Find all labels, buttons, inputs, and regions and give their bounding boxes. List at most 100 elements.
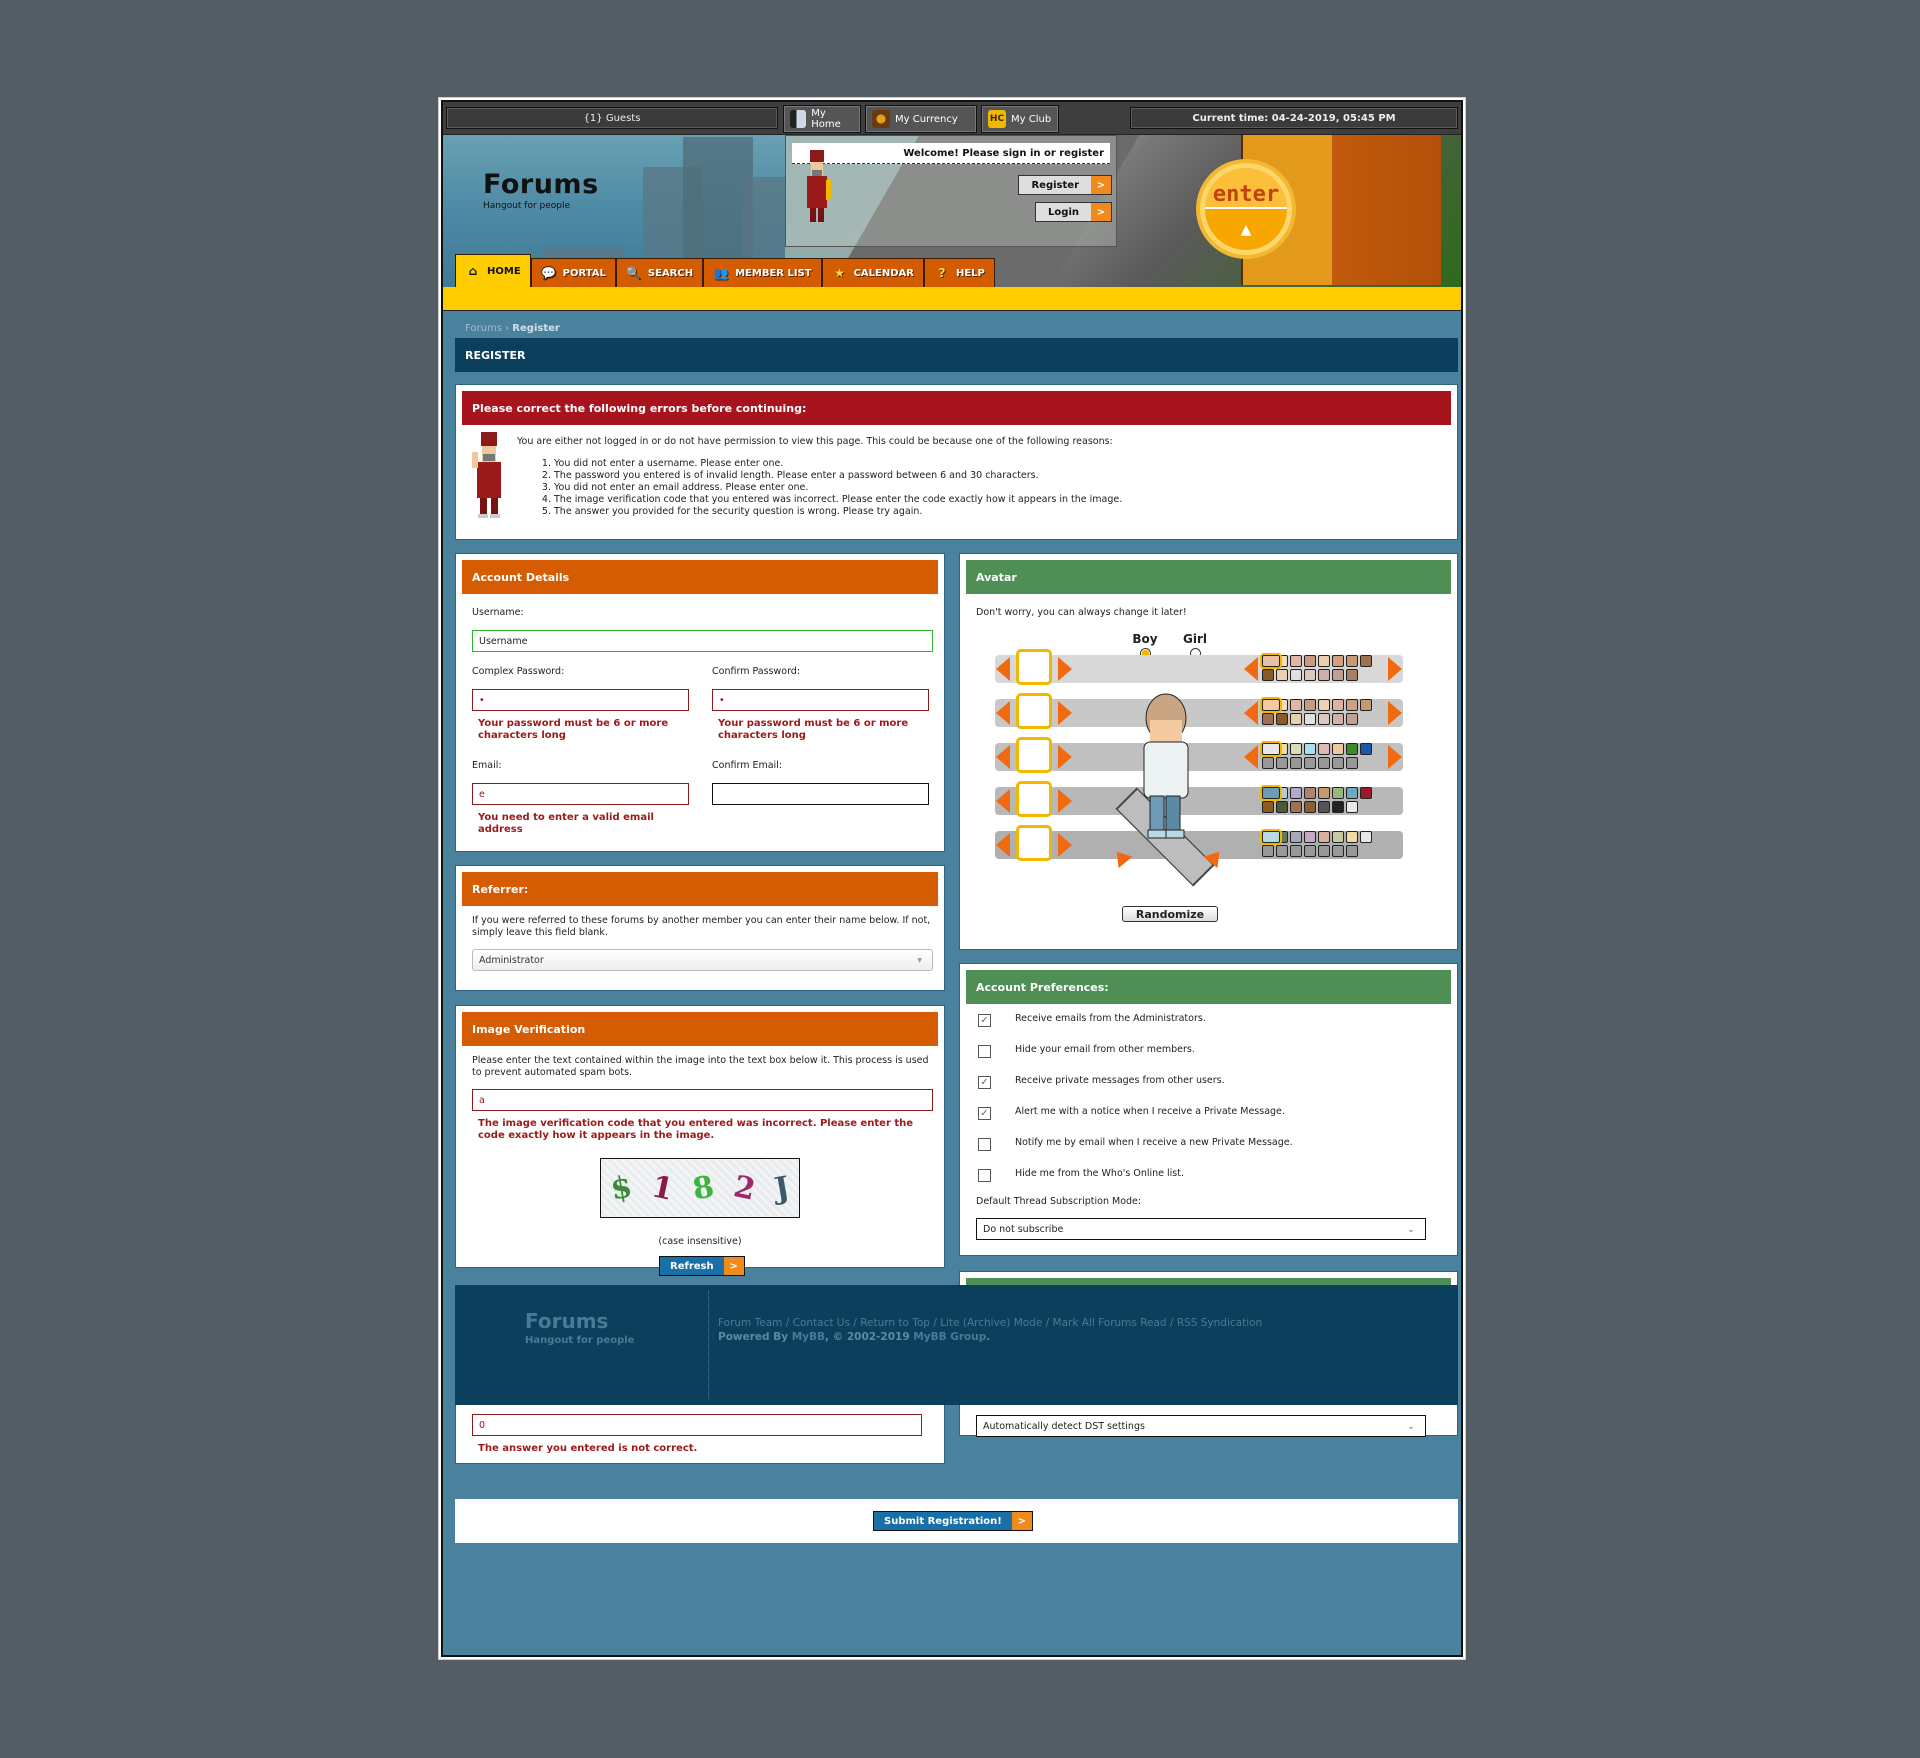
color-swatch[interactable] — [1276, 845, 1288, 857]
color-swatch[interactable] — [1262, 669, 1274, 681]
prev-head-arrow-icon[interactable] — [996, 701, 1010, 725]
color-swatch[interactable] — [1304, 787, 1316, 799]
dst-select[interactable]: Automatically detect DST settings ⌄ — [976, 1415, 1426, 1437]
color-swatch[interactable] — [1346, 787, 1358, 799]
next-shirt-color-arrow-icon[interactable] — [1388, 745, 1402, 769]
color-swatch[interactable] — [1290, 699, 1302, 711]
color-swatch[interactable] — [1304, 699, 1316, 711]
pref-checkbox[interactable]: ✓ — [978, 1076, 991, 1089]
color-swatch[interactable] — [1260, 741, 1282, 757]
password-input[interactable]: • — [472, 689, 689, 711]
color-swatch[interactable] — [1262, 713, 1274, 725]
nav-help[interactable]: ? HELP — [923, 258, 995, 287]
color-swatch[interactable] — [1290, 845, 1302, 857]
color-swatch[interactable] — [1262, 801, 1274, 813]
next-hair-color-arrow-icon[interactable] — [1388, 657, 1402, 681]
color-swatch[interactable] — [1332, 845, 1344, 857]
confirm-email-input[interactable] — [712, 783, 929, 805]
color-swatch[interactable] — [1304, 669, 1316, 681]
color-swatch[interactable] — [1332, 713, 1344, 725]
color-swatch[interactable] — [1318, 787, 1330, 799]
color-swatch[interactable] — [1360, 743, 1372, 755]
footer-link[interactable]: RSS Syndication — [1177, 1317, 1262, 1329]
color-swatch[interactable] — [1346, 655, 1358, 667]
next-head-color-arrow-icon[interactable] — [1388, 701, 1402, 725]
color-swatch[interactable] — [1318, 713, 1330, 725]
color-swatch[interactable] — [1360, 699, 1372, 711]
color-swatch[interactable] — [1346, 801, 1358, 813]
color-swatch[interactable] — [1290, 655, 1302, 667]
color-swatch[interactable] — [1346, 713, 1358, 725]
color-swatch[interactable] — [1290, 757, 1302, 769]
footer-link[interactable]: Mark All Forums Read — [1053, 1317, 1167, 1329]
next-shoes-arrow-icon[interactable] — [1058, 833, 1072, 857]
color-swatch[interactable] — [1290, 801, 1302, 813]
color-swatch[interactable] — [1304, 655, 1316, 667]
color-swatch[interactable] — [1332, 831, 1344, 843]
color-swatch[interactable] — [1346, 831, 1358, 843]
mybb-group-link[interactable]: MyBB Group — [913, 1331, 986, 1343]
color-swatch[interactable] — [1262, 757, 1274, 769]
color-swatch[interactable] — [1360, 831, 1372, 843]
color-swatch[interactable] — [1346, 845, 1358, 857]
color-swatch[interactable] — [1346, 743, 1358, 755]
nav-home[interactable]: ⌂ HOME — [455, 254, 531, 287]
color-swatch[interactable] — [1332, 757, 1344, 769]
security-answer-input[interactable]: 0 — [472, 1414, 922, 1436]
color-swatch[interactable] — [1318, 845, 1330, 857]
prev-shoes-arrow-icon[interactable] — [996, 833, 1010, 857]
prev-hair-arrow-icon[interactable] — [996, 657, 1010, 681]
color-swatch[interactable] — [1318, 669, 1330, 681]
next-pants-arrow-icon[interactable] — [1058, 789, 1072, 813]
login-button[interactable]: Login > — [1035, 202, 1112, 222]
color-swatch[interactable] — [1260, 697, 1282, 713]
nav-portal[interactable]: 💬 PORTAL — [530, 258, 616, 287]
color-swatch[interactable] — [1304, 713, 1316, 725]
color-swatch[interactable] — [1304, 831, 1316, 843]
color-swatch[interactable] — [1318, 699, 1330, 711]
color-swatch[interactable] — [1260, 829, 1282, 845]
color-swatch[interactable] — [1290, 831, 1302, 843]
color-swatch[interactable] — [1304, 801, 1316, 813]
color-swatch[interactable] — [1304, 743, 1316, 755]
color-swatch[interactable] — [1260, 785, 1282, 801]
confirm-password-input[interactable]: • — [712, 689, 929, 711]
prev-hair-color-arrow-icon[interactable] — [1244, 657, 1258, 681]
color-swatch[interactable] — [1290, 787, 1302, 799]
color-swatch[interactable] — [1304, 845, 1316, 857]
prev-shirt-color-arrow-icon[interactable] — [1244, 745, 1258, 769]
color-swatch[interactable] — [1360, 655, 1372, 667]
pref-checkbox[interactable]: ✓ — [978, 1014, 991, 1027]
color-swatch[interactable] — [1318, 655, 1330, 667]
next-head-arrow-icon[interactable] — [1058, 701, 1072, 725]
tab-my-club[interactable]: HC My Club — [981, 105, 1059, 133]
next-shirt-arrow-icon[interactable] — [1058, 745, 1072, 769]
color-swatch[interactable] — [1332, 699, 1344, 711]
register-button[interactable]: Register > — [1018, 175, 1112, 195]
color-swatch[interactable] — [1276, 801, 1288, 813]
color-swatch[interactable] — [1318, 757, 1330, 769]
nav-calendar[interactable]: ★ CALENDAR — [821, 258, 924, 287]
email-input[interactable]: e — [472, 783, 689, 805]
referrer-input[interactable]: Administrator ▾ — [472, 949, 933, 971]
refresh-button[interactable]: Refresh > — [659, 1256, 745, 1276]
color-swatch[interactable] — [1318, 743, 1330, 755]
captcha-input[interactable]: a — [472, 1089, 933, 1111]
prev-head-color-arrow-icon[interactable] — [1244, 701, 1258, 725]
prev-pants-arrow-icon[interactable] — [996, 789, 1010, 813]
color-swatch[interactable] — [1304, 757, 1316, 769]
color-swatch[interactable] — [1360, 787, 1372, 799]
color-swatch[interactable] — [1276, 757, 1288, 769]
footer-link[interactable]: Lite (Archive) Mode — [940, 1317, 1042, 1329]
tab-my-home[interactable]: My Home — [783, 105, 861, 133]
submit-registration-button[interactable]: Submit Registration! > — [873, 1511, 1033, 1531]
pref-checkbox[interactable] — [978, 1045, 991, 1058]
color-swatch[interactable] — [1276, 713, 1288, 725]
footer-link[interactable]: Forum Team — [718, 1317, 782, 1329]
color-swatch[interactable] — [1276, 669, 1288, 681]
color-swatch[interactable] — [1332, 787, 1344, 799]
color-swatch[interactable] — [1346, 699, 1358, 711]
color-swatch[interactable] — [1332, 669, 1344, 681]
color-swatch[interactable] — [1346, 757, 1358, 769]
mybb-link[interactable]: MyBB — [792, 1331, 825, 1343]
